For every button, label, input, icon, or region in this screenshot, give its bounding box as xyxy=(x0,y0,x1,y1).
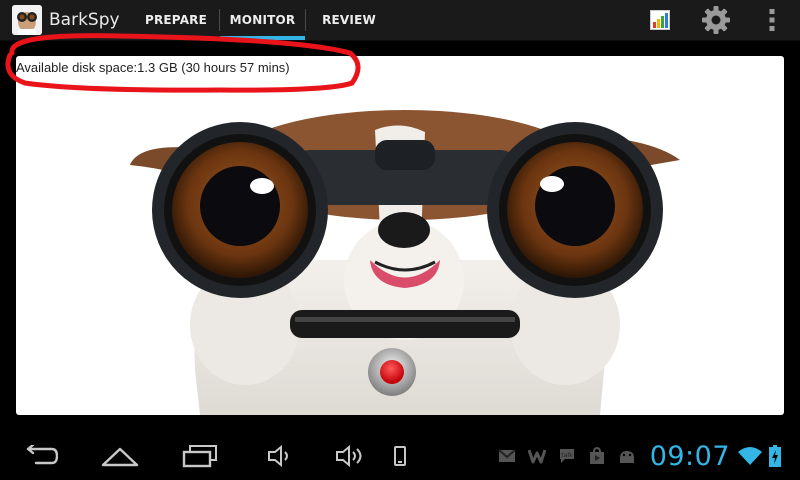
back-button[interactable] xyxy=(10,432,70,480)
action-buttons xyxy=(632,0,800,40)
volume-up-button[interactable] xyxy=(320,432,380,480)
settings-icon xyxy=(702,6,730,34)
overflow-menu-icon xyxy=(769,9,775,31)
talk-notification[interactable]: talk xyxy=(552,432,582,480)
record-button[interactable] xyxy=(366,346,418,398)
volume-up-icon xyxy=(336,445,362,467)
volume-down-icon xyxy=(268,445,288,467)
svg-text:talk: talk xyxy=(561,452,573,459)
status-area[interactable]: talk 09:07 xyxy=(492,432,800,480)
talk-icon: talk xyxy=(559,449,574,463)
battery-status xyxy=(764,432,786,480)
stats-button[interactable] xyxy=(632,0,688,40)
app-title: BarkSpy xyxy=(49,10,120,30)
volume-down-button[interactable] xyxy=(250,432,310,480)
wifi-status xyxy=(736,432,764,480)
gmail-notification[interactable] xyxy=(492,432,522,480)
store-notification[interactable] xyxy=(582,432,612,480)
highlight-annotation xyxy=(5,33,361,93)
stats-icon xyxy=(650,10,670,30)
wifi-icon xyxy=(738,447,762,465)
screenshot-button[interactable] xyxy=(380,432,420,480)
recent-apps-button[interactable] xyxy=(170,432,230,480)
back-icon xyxy=(26,445,58,465)
screenshot-icon xyxy=(394,446,406,466)
home-button[interactable] xyxy=(90,432,150,480)
monitor-content: Available disk space:1.3 GB (30 hours 57… xyxy=(0,33,800,432)
w-app-icon xyxy=(527,449,546,464)
system-bar: talk 09:07 xyxy=(0,432,800,480)
home-icon xyxy=(101,447,139,467)
app-logo-icon[interactable] xyxy=(12,5,42,35)
store-icon xyxy=(589,447,604,464)
android-notification[interactable] xyxy=(612,432,642,480)
w-app-notification[interactable] xyxy=(522,432,552,480)
clock: 09:07 xyxy=(649,440,730,472)
overflow-menu-button[interactable] xyxy=(744,0,800,40)
gmail-icon xyxy=(498,449,516,462)
battery-charging-icon xyxy=(769,445,781,467)
recent-apps-icon xyxy=(182,445,217,468)
settings-button[interactable] xyxy=(688,0,744,40)
android-icon xyxy=(619,451,634,463)
